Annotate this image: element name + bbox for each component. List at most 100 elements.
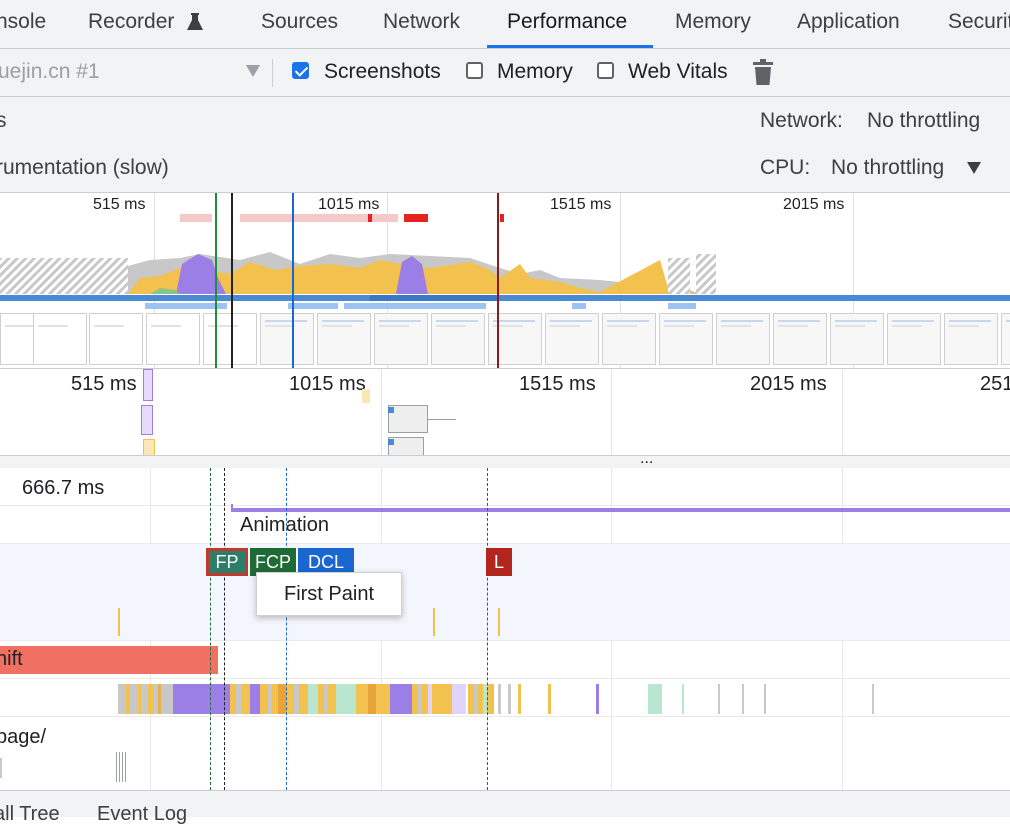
ruler-time-label: 1015 ms — [289, 373, 366, 395]
screenshot-thumbnail[interactable] — [33, 313, 87, 365]
network-request[interactable] — [141, 405, 153, 435]
overview-time-label: 1515 ms — [550, 196, 612, 213]
screenshot-thumbnail[interactable] — [944, 313, 998, 365]
tab-sources[interactable]: Sources — [261, 10, 338, 34]
screenshot-thumbnail[interactable] — [830, 313, 884, 365]
timeline-ruler[interactable]: 515 ms 1015 ms 1515 ms 2015 ms 251 — [0, 368, 1010, 456]
network-request — [370, 295, 498, 301]
screenshot-thumbnail[interactable] — [716, 313, 770, 365]
layout-shift-bar[interactable]: hift — [0, 646, 218, 674]
dcl-marker-line — [292, 193, 294, 368]
grid-line — [381, 369, 382, 456]
network-request-marker — [388, 439, 394, 445]
screenshot-thumbnail[interactable] — [89, 313, 143, 365]
cpu-activity-chart — [0, 252, 716, 294]
overview-time-label: 2015 ms — [783, 196, 845, 213]
tab-application[interactable]: Application — [797, 10, 900, 34]
timing-tick — [118, 608, 120, 636]
long-task-bar — [404, 214, 428, 222]
screenshot-thumbnail[interactable] — [602, 313, 656, 365]
screenshot-thumbnail[interactable] — [203, 313, 257, 365]
network-request — [288, 303, 338, 309]
chevron-down-icon[interactable] — [967, 161, 981, 179]
fcp-marker-line — [231, 193, 233, 368]
tab-performance[interactable]: Performance — [507, 10, 627, 34]
web-vitals-label[interactable]: Web Vitals — [628, 60, 728, 84]
screenshot-thumbnail[interactable] — [146, 313, 200, 365]
target-select[interactable]: uejin.cn #1 — [0, 60, 100, 84]
screenshot-thumbnail[interactable] — [659, 313, 713, 365]
screenshot-thumbnail[interactable] — [317, 313, 371, 365]
network-request-marker — [388, 407, 394, 413]
network-request[interactable] — [362, 389, 370, 403]
fp-marker[interactable]: FP — [206, 548, 248, 576]
main-thread-activity-strip — [118, 684, 874, 714]
instrumentation-label[interactable]: rumentation (slow) — [0, 156, 169, 180]
grid-line — [611, 369, 612, 456]
layout-shift-label: hift — [0, 648, 23, 670]
timeline-tracks[interactable]: 666.7 ms Animation hift page/ FP FCP DCL… — [0, 468, 1010, 790]
tab-event-log[interactable]: Event Log — [97, 803, 187, 826]
capture-settings-pane: s rumentation (slow) Network: No throttl… — [0, 97, 1010, 193]
network-request — [344, 303, 486, 309]
screenshots-checkbox[interactable] — [292, 62, 309, 79]
marker-tooltip: First Paint — [256, 572, 402, 616]
load-marker[interactable]: L — [486, 548, 512, 576]
toolbar-divider — [272, 59, 273, 87]
activity-ticks — [116, 752, 126, 782]
screenshot-thumbnail[interactable] — [260, 313, 314, 365]
splitter-handle[interactable]: ... — [640, 450, 653, 468]
screenshot-thumbnail[interactable] — [374, 313, 428, 365]
network-request — [668, 303, 696, 309]
trash-icon[interactable] — [753, 59, 773, 90]
tab-call-tree[interactable]: all Tree — [0, 803, 60, 826]
fcp-dashed-line — [224, 468, 225, 790]
screenshot-thumbnail[interactable] — [773, 313, 827, 365]
pane-splitter[interactable]: ... — [0, 450, 1010, 469]
animation-label: Animation — [240, 514, 329, 536]
web-vitals-checkbox[interactable] — [597, 62, 614, 79]
track-separator — [0, 678, 1010, 679]
activity-tick — [0, 758, 2, 778]
screenshot-thumbnail[interactable] — [1001, 313, 1010, 365]
tab-memory[interactable]: Memory — [675, 10, 751, 34]
cpu-throttle-select[interactable]: No throttling — [831, 156, 944, 180]
tab-network[interactable]: Network — [383, 10, 460, 34]
flask-icon — [186, 12, 204, 37]
screenshot-thumbnail[interactable] — [887, 313, 941, 365]
network-request[interactable] — [143, 369, 153, 401]
chevron-down-icon[interactable] — [246, 64, 260, 82]
overview-time-label: 515 ms — [93, 196, 146, 213]
tab-security[interactable]: Securit — [948, 10, 1010, 34]
screenshots-label[interactable]: Screenshots — [324, 60, 441, 84]
timing-tick — [498, 608, 500, 636]
track-separator — [0, 505, 1010, 506]
devtools-tab-bar: nsole Recorder Sources Network Performan… — [0, 0, 1010, 49]
long-task-bar — [180, 214, 212, 222]
tab-console[interactable]: nsole — [0, 10, 46, 34]
animation-bar-tick — [231, 504, 233, 512]
load-marker-line — [497, 193, 499, 368]
dcl-dashed-line — [286, 468, 287, 790]
long-task-bar — [500, 214, 504, 222]
screenshot-thumbnail[interactable] — [545, 313, 599, 365]
memory-label[interactable]: Memory — [497, 60, 573, 84]
screenshot-thumbnail[interactable] — [431, 313, 485, 365]
timeline-overview[interactable]: 515 ms 1015 ms 1515 ms 2015 ms — [0, 193, 1010, 368]
network-request[interactable] — [388, 405, 428, 433]
network-throttle-select[interactable]: No throttling — [867, 109, 980, 133]
performance-toolbar: uejin.cn #1 Screenshots Memory Web Vital… — [0, 49, 1010, 97]
ruler-time-label: 251 — [980, 373, 1010, 395]
active-tab-indicator — [487, 45, 653, 48]
ruler-time-label: 1515 ms — [519, 373, 596, 395]
fp-dashed-line — [210, 468, 211, 790]
grid-line — [842, 369, 843, 456]
tab-recorder[interactable]: Recorder — [88, 10, 174, 34]
long-task-bar — [368, 214, 372, 222]
memory-checkbox[interactable] — [466, 62, 483, 79]
network-request-whisker — [428, 419, 456, 420]
animation-bar[interactable] — [232, 508, 1010, 512]
bottom-tab-bar: all Tree Event Log — [0, 790, 1010, 825]
network-request[interactable] — [143, 439, 155, 456]
load-dashed-line — [487, 468, 488, 790]
